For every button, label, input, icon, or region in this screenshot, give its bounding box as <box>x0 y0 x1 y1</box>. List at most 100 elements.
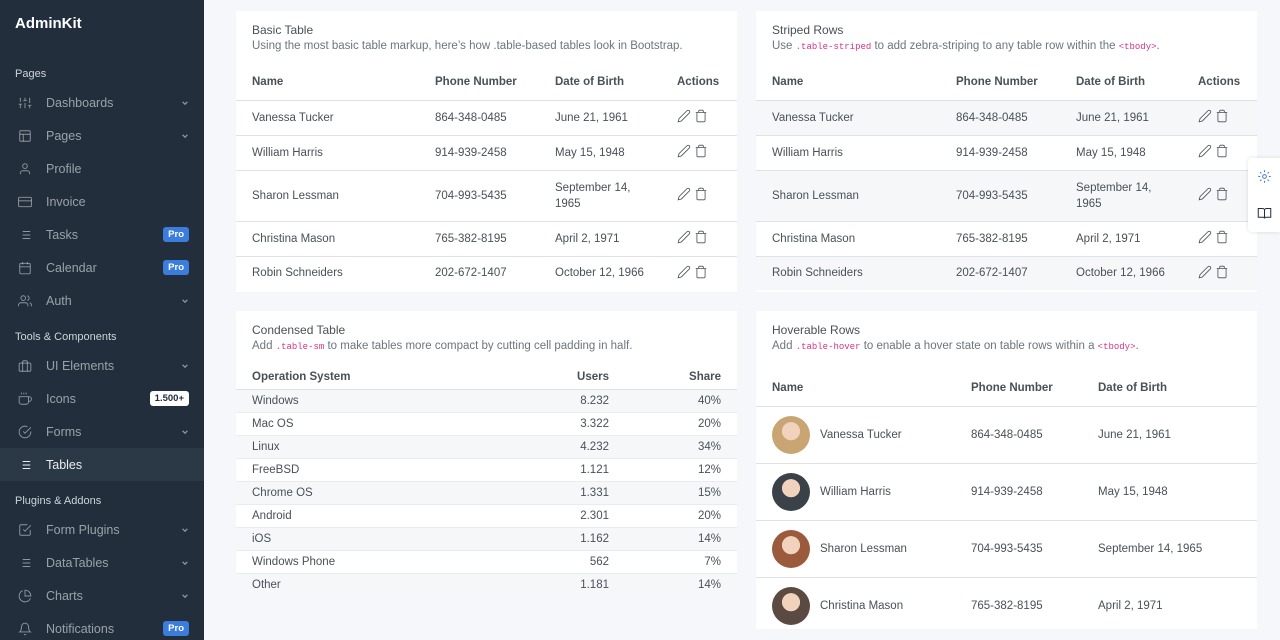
layout-icon <box>18 129 32 143</box>
sidebar-item-form-plugins[interactable]: Form Plugins <box>0 513 204 546</box>
chevron-down-icon[interactable] <box>181 99 189 107</box>
cell-dob: April 2, 1971 <box>555 232 620 245</box>
table-row[interactable]: Vanessa Tucker 864-348-0485 June 21, 1961 <box>756 406 1257 463</box>
avatar <box>772 586 810 625</box>
edit-icon[interactable] <box>1198 144 1212 158</box>
edit-icon[interactable] <box>677 265 691 279</box>
brand-logo[interactable]: AdminKit <box>0 0 204 58</box>
cell-dob: June 21, 1961 <box>1098 428 1171 441</box>
cell-share: 7% <box>704 555 721 568</box>
sidebar-item-forms[interactable]: Forms <box>0 415 204 448</box>
cell-actions <box>661 100 737 135</box>
cell-dob: April 2, 1971 <box>1076 232 1141 245</box>
cell-os: Windows <box>252 394 299 407</box>
table-row[interactable]: Sharon Lessman 704-993-5435 September 14, … <box>756 520 1257 577</box>
cell-phone: 704-993-5435 <box>971 542 1043 555</box>
sidebar-item-label: Pages <box>46 128 82 143</box>
edit-icon[interactable] <box>677 187 691 201</box>
cell-actions <box>661 221 737 256</box>
cell-dob: May 15, 1948 <box>1076 146 1146 159</box>
trash-icon[interactable] <box>1215 109 1229 123</box>
chevron-down-icon[interactable] <box>181 297 189 305</box>
chevron-down-icon[interactable] <box>181 526 189 534</box>
table-row: Sharon Lessman 704-993-5435 September 14, … <box>756 170 1257 221</box>
trash-icon[interactable] <box>1215 230 1229 244</box>
chevron-down-icon[interactable] <box>181 559 189 567</box>
cell-phone: 202-672-1407 <box>435 267 507 280</box>
cell-users: 1.331 <box>580 486 609 499</box>
table-row: Sharon Lessman 704-993-5435 September 14, … <box>236 170 737 221</box>
trash-icon[interactable] <box>1215 187 1229 201</box>
condensed-table-card: Condensed Table Add .table-sm to make ta… <box>236 311 737 596</box>
trash-icon[interactable] <box>694 230 708 244</box>
sidebar-item-icons[interactable]: Icons 1.500+ <box>0 382 204 415</box>
cell-share: 20% <box>697 417 721 430</box>
table-row[interactable]: Christina Mason 765-382-8195 April 2, 1971 <box>756 577 1257 634</box>
card-subtitle: Add .table-hover to enable a hover state… <box>772 340 1139 352</box>
sidebar-item-notifications[interactable]: Notifications Pro <box>0 612 204 640</box>
table-row: Mac OS 3.322 20% <box>236 412 737 435</box>
cell-dob: September 14, 1965 <box>555 181 631 210</box>
edit-icon[interactable] <box>677 230 691 244</box>
sidebar-item-charts[interactable]: Charts <box>0 579 204 612</box>
edit-icon[interactable] <box>1198 265 1212 279</box>
sidebar-item-label: Notifications <box>46 621 115 636</box>
sidebar-item-label: Calendar <box>46 260 97 275</box>
edit-icon[interactable] <box>1198 230 1212 244</box>
edit-icon[interactable] <box>1198 187 1212 201</box>
sidebar-item-pages[interactable]: Pages <box>0 119 204 152</box>
credit-card-icon <box>18 195 32 209</box>
column-header: Phone Number <box>971 381 1053 394</box>
sidebar-item-tables[interactable]: Tables <box>0 448 204 481</box>
card-title: Hoverable Rows <box>772 323 861 337</box>
table-row: William Harris 914-939-2458 May 15, 1948 <box>756 135 1257 170</box>
sidebar-item-dashboards[interactable]: Dashboards <box>0 86 204 119</box>
cell-os: Other <box>252 578 281 591</box>
cell-users: 1.181 <box>580 578 609 591</box>
sidebar-item-auth[interactable]: Auth <box>0 284 204 317</box>
edit-icon[interactable] <box>1198 109 1212 123</box>
sidebar-item-ui-elements[interactable]: UI Elements <box>0 349 204 382</box>
sidebar-item-invoice[interactable]: Invoice <box>0 185 204 218</box>
book-open-icon[interactable] <box>1248 195 1280 232</box>
sidebar-item-label: Form Plugins <box>46 522 120 537</box>
cell-name: Vanessa Tucker <box>772 111 854 124</box>
cell-users: 3.322 <box>580 417 609 430</box>
cell-share: 12% <box>697 463 721 476</box>
sidebar-item-calendar[interactable]: Calendar Pro <box>0 251 204 284</box>
sidebar-item-tasks[interactable]: Tasks Pro <box>0 218 204 251</box>
cell-users: 2.301 <box>580 509 609 522</box>
settings-gear-icon[interactable] <box>1248 158 1280 195</box>
trash-icon[interactable] <box>694 187 708 201</box>
table-row: Other 1.181 14% <box>236 573 737 596</box>
trash-icon[interactable] <box>1215 265 1229 279</box>
column-header: Users <box>577 370 609 383</box>
table-row[interactable]: William Harris 914-939-2458 May 15, 1948 <box>756 463 1257 520</box>
cell-name: William Harris <box>772 146 843 159</box>
sidebar-item-datatables[interactable]: DataTables <box>0 546 204 579</box>
chevron-down-icon[interactable] <box>181 132 189 140</box>
trash-icon[interactable] <box>1215 144 1229 158</box>
chevron-down-icon[interactable] <box>181 362 189 370</box>
cell-dob: June 21, 1961 <box>555 111 628 124</box>
chevron-down-icon[interactable] <box>181 428 189 436</box>
avatar <box>772 529 810 568</box>
sidebar-item-label: Invoice <box>46 194 86 209</box>
cell-share: 20% <box>697 509 721 522</box>
cell-phone: 765-382-8195 <box>435 232 507 245</box>
chevron-down-icon[interactable] <box>181 592 189 600</box>
cell-phone: 704-993-5435 <box>435 189 507 202</box>
sidebar-item-profile[interactable]: Profile <box>0 152 204 185</box>
trash-icon[interactable] <box>694 109 708 123</box>
cell-actions <box>1182 221 1257 256</box>
trash-icon[interactable] <box>694 265 708 279</box>
cell-name: Sharon Lessman <box>252 189 339 202</box>
sidebar-section-header: Pages <box>15 68 47 80</box>
sidebar-section-header: Tools & Components <box>15 331 117 343</box>
check-circle-icon <box>18 425 32 439</box>
floating-toolbar <box>1248 158 1280 232</box>
edit-icon[interactable] <box>677 109 691 123</box>
card-title: Basic Table <box>252 23 314 37</box>
edit-icon[interactable] <box>677 144 691 158</box>
trash-icon[interactable] <box>694 144 708 158</box>
